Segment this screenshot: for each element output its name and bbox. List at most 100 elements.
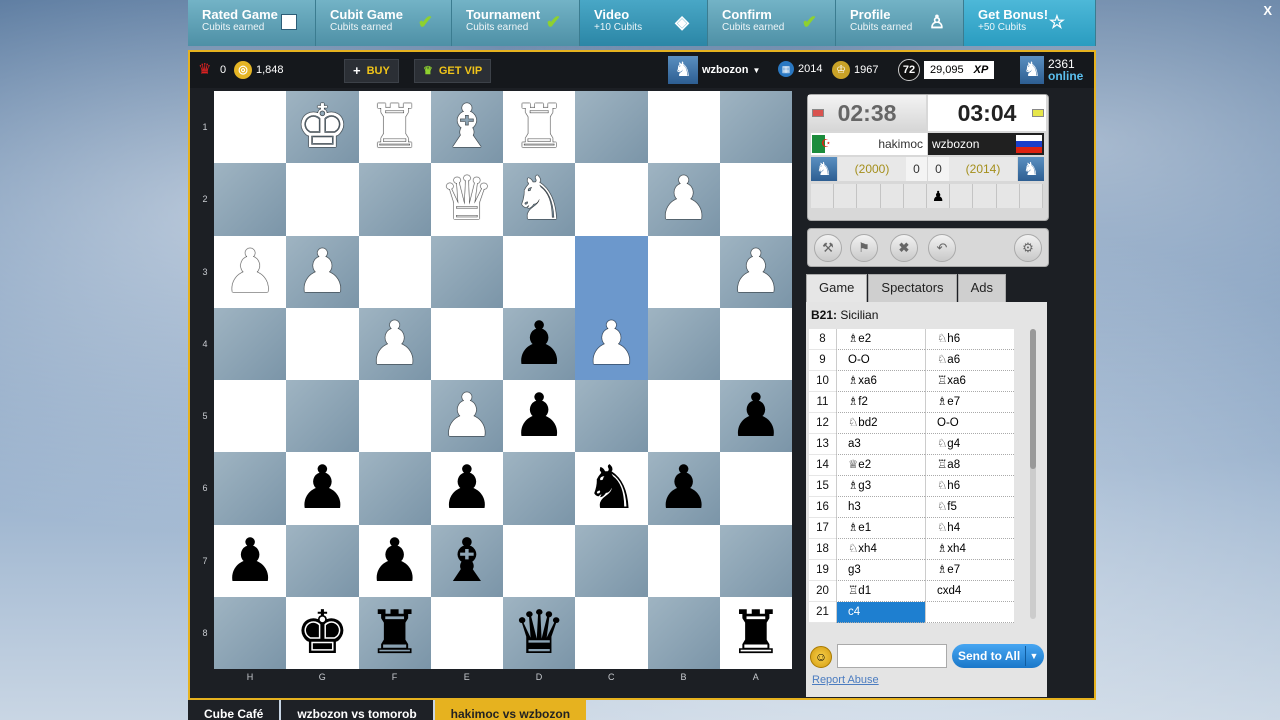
white-move[interactable]: h3 bbox=[836, 497, 925, 518]
quest-7[interactable]: Get Bonus! +50 Cubits ☆ bbox=[964, 0, 1096, 46]
square-e5[interactable]: ♟ bbox=[430, 380, 503, 453]
white-move[interactable]: g3 bbox=[836, 560, 925, 581]
white-pawn-icon[interactable]: ♟ bbox=[223, 241, 277, 302]
black-move[interactable]: ♖a8 bbox=[925, 455, 1014, 476]
black-rook-icon[interactable]: ♜ bbox=[368, 602, 422, 663]
black-pawn-icon[interactable]: ♟ bbox=[512, 313, 566, 374]
square-h7[interactable]: ♟ bbox=[214, 524, 287, 597]
square-f7[interactable]: ♟ bbox=[358, 524, 431, 597]
tab-game-wzbozon-tomorob[interactable]: wzbozon vs tomorob bbox=[281, 700, 433, 720]
quest-3[interactable]: Tournament Cubits earned ✔ bbox=[452, 0, 580, 46]
square-d1[interactable]: ♜ bbox=[503, 91, 576, 164]
black-queen-icon[interactable]: ♛ bbox=[512, 602, 566, 663]
black-move[interactable] bbox=[925, 602, 1014, 623]
black-pawn-icon[interactable]: ♟ bbox=[368, 530, 422, 591]
white-pawn-icon[interactable]: ♟ bbox=[657, 169, 711, 229]
report-abuse-link[interactable]: Report Abuse bbox=[812, 674, 879, 686]
white-move[interactable]: ♖d1 bbox=[836, 581, 925, 602]
square-g7[interactable] bbox=[286, 524, 359, 597]
square-c3[interactable] bbox=[575, 235, 648, 308]
get-vip-button[interactable]: ♛ GET VIP bbox=[414, 59, 492, 83]
white-pawn-icon[interactable]: ♟ bbox=[368, 313, 422, 374]
gear-icon[interactable]: ⚙ bbox=[1014, 234, 1042, 262]
square-b4[interactable] bbox=[647, 307, 720, 380]
move-list-scrollbar[interactable] bbox=[1030, 329, 1036, 619]
white-move[interactable]: ♗f2 bbox=[836, 392, 925, 413]
white-move[interactable]: ♗g3 bbox=[836, 476, 925, 497]
square-f1[interactable]: ♜ bbox=[358, 91, 431, 164]
tab-cube-cafe[interactable]: Cube Café bbox=[188, 700, 280, 720]
white-queen-icon[interactable]: ♛ bbox=[440, 169, 494, 229]
square-g2[interactable] bbox=[286, 163, 359, 236]
abort-icon[interactable]: ✖ bbox=[890, 234, 918, 262]
black-rook-icon[interactable]: ♜ bbox=[729, 602, 783, 663]
square-a8[interactable]: ♜ bbox=[719, 596, 792, 669]
square-d4[interactable]: ♟ bbox=[503, 307, 576, 380]
square-a5[interactable]: ♟ bbox=[719, 380, 792, 453]
white-move[interactable]: ♘xh4 bbox=[836, 539, 925, 560]
white-move[interactable]: ♗e1 bbox=[836, 518, 925, 539]
quest-4[interactable]: Video +10 Cubits ◈ bbox=[580, 0, 708, 46]
square-e3[interactable] bbox=[430, 235, 503, 308]
square-c8[interactable] bbox=[575, 596, 648, 669]
white-rook-icon[interactable]: ♜ bbox=[368, 97, 422, 157]
square-b2[interactable]: ♟ bbox=[647, 163, 720, 236]
tab-game-hakimoc-wzbozon[interactable]: hakimoc vs wzbozon bbox=[434, 700, 587, 720]
black-move[interactable]: ♘h6 bbox=[925, 329, 1014, 350]
square-f5[interactable] bbox=[358, 380, 431, 453]
square-g3[interactable]: ♟ bbox=[286, 235, 359, 308]
black-move[interactable]: ♘g4 bbox=[925, 434, 1014, 455]
white-pawn-icon[interactable]: ♟ bbox=[295, 241, 349, 302]
square-g8[interactable]: ♚ bbox=[286, 596, 359, 669]
black-move[interactable]: ♘h6 bbox=[925, 476, 1014, 497]
white-king-icon[interactable]: ♚ bbox=[295, 97, 349, 157]
white-move[interactable]: ♘bd2 bbox=[836, 413, 925, 434]
square-g1[interactable]: ♚ bbox=[286, 91, 359, 164]
black-pawn-icon[interactable]: ♟ bbox=[223, 530, 277, 591]
black-move[interactable]: O-O bbox=[925, 413, 1014, 434]
white-move[interactable]: a3 bbox=[836, 434, 925, 455]
square-e8[interactable] bbox=[430, 596, 503, 669]
square-d2[interactable]: ♞ bbox=[503, 163, 576, 236]
black-pawn-icon[interactable]: ♟ bbox=[440, 458, 494, 518]
white-pawn-icon[interactable]: ♟ bbox=[440, 386, 494, 446]
square-b8[interactable] bbox=[647, 596, 720, 669]
close-quests-button[interactable]: X bbox=[1263, 3, 1272, 18]
black-move[interactable]: ♖xa6 bbox=[925, 371, 1014, 392]
tab-game[interactable]: Game bbox=[806, 274, 868, 302]
white-move[interactable]: O-O bbox=[836, 350, 925, 371]
square-g4[interactable] bbox=[286, 307, 359, 380]
chevron-down-icon[interactable]: ▼ bbox=[1025, 646, 1042, 666]
square-d8[interactable]: ♛ bbox=[503, 596, 576, 669]
scrollbar-thumb[interactable] bbox=[1030, 329, 1036, 469]
square-d3[interactable] bbox=[503, 235, 576, 308]
black-pawn-icon[interactable]: ♟ bbox=[295, 458, 349, 518]
square-c5[interactable] bbox=[575, 380, 648, 453]
white-move[interactable]: c4 bbox=[836, 602, 925, 623]
resign-icon[interactable]: ⚑ bbox=[850, 234, 878, 262]
square-a6[interactable] bbox=[719, 452, 792, 525]
white-rook-icon[interactable]: ♜ bbox=[512, 97, 566, 157]
chat-input[interactable] bbox=[837, 644, 947, 668]
square-e2[interactable]: ♛ bbox=[430, 163, 503, 236]
buy-button[interactable]: + BUY bbox=[344, 59, 399, 83]
square-a2[interactable] bbox=[719, 163, 792, 236]
square-e7[interactable]: ♝ bbox=[430, 524, 503, 597]
black-move[interactable]: ♘f5 bbox=[925, 497, 1014, 518]
square-h4[interactable] bbox=[214, 307, 287, 380]
square-c6[interactable]: ♞ bbox=[575, 452, 648, 525]
square-f8[interactable]: ♜ bbox=[358, 596, 431, 669]
black-move[interactable]: ♗e7 bbox=[925, 560, 1014, 581]
white-knight-icon[interactable]: ♞ bbox=[512, 169, 566, 229]
undo-icon[interactable]: ↶ bbox=[928, 234, 956, 262]
tab-spectators[interactable]: Spectators bbox=[868, 274, 957, 302]
square-e4[interactable] bbox=[430, 307, 503, 380]
black-bishop-icon[interactable]: ♝ bbox=[440, 530, 494, 591]
black-move[interactable]: cxd4 bbox=[925, 581, 1014, 602]
black-king-icon[interactable]: ♚ bbox=[295, 602, 349, 663]
square-d6[interactable] bbox=[503, 452, 576, 525]
square-b6[interactable]: ♟ bbox=[647, 452, 720, 525]
square-a4[interactable] bbox=[719, 307, 792, 380]
user-menu[interactable]: ♞ wzbozon ▼ bbox=[668, 56, 760, 84]
square-a3[interactable]: ♟ bbox=[719, 235, 792, 308]
